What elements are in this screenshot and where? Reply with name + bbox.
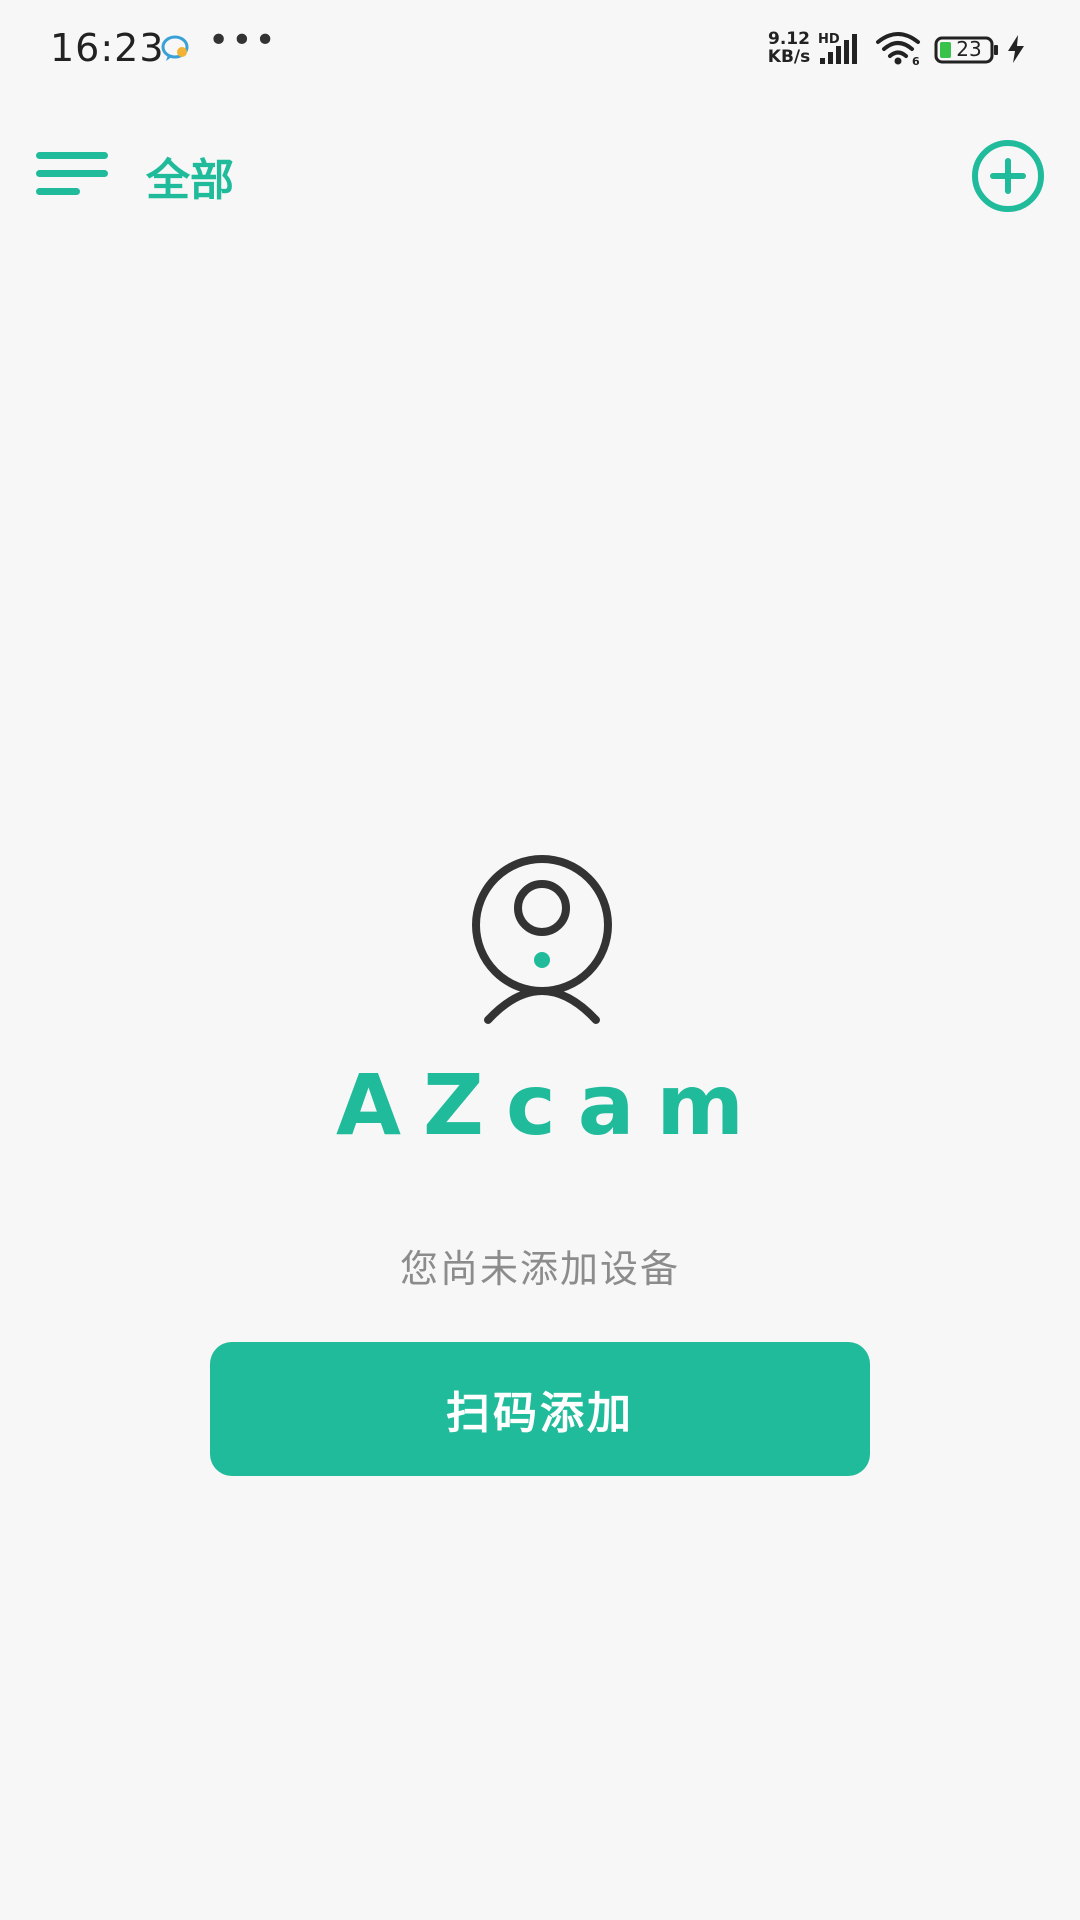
status-more-indicator: •••: [208, 20, 278, 61]
wifi-icon: 6: [874, 30, 922, 70]
add-device-button[interactable]: [970, 138, 1046, 214]
menu-icon: [36, 152, 108, 195]
camera-person-icon: [468, 850, 616, 1032]
battery-level: 23: [956, 37, 982, 61]
network-speed: 9.12 KB/s: [762, 30, 816, 66]
network-speed-value: 9.12: [768, 29, 810, 49]
empty-device-message: 您尚未添加设备: [399, 1247, 680, 1291]
app-screen: 16:23 ••• 9.12 KB/s HD 6 23 全部 AZcam 您尚未…: [0, 0, 1080, 1920]
add-circle-icon: [972, 140, 1044, 212]
charging-icon: [1006, 34, 1026, 68]
device-group-title[interactable]: 全部: [146, 144, 234, 208]
scan-add-button[interactable]: 扫码添加: [210, 1342, 870, 1476]
status-time: 16:23: [50, 26, 165, 70]
menu-button[interactable]: [34, 150, 110, 198]
status-bar: 16:23 ••• 9.12 KB/s HD 6 23: [0, 0, 1080, 100]
signal-icon: [818, 32, 864, 70]
top-app-bar: 全部: [0, 120, 1080, 230]
message-bubble-icon: [160, 34, 192, 68]
svg-text:6: 6: [912, 55, 920, 66]
network-speed-unit: KB/s: [767, 47, 811, 67]
brand-name: AZcam: [336, 1056, 766, 1154]
